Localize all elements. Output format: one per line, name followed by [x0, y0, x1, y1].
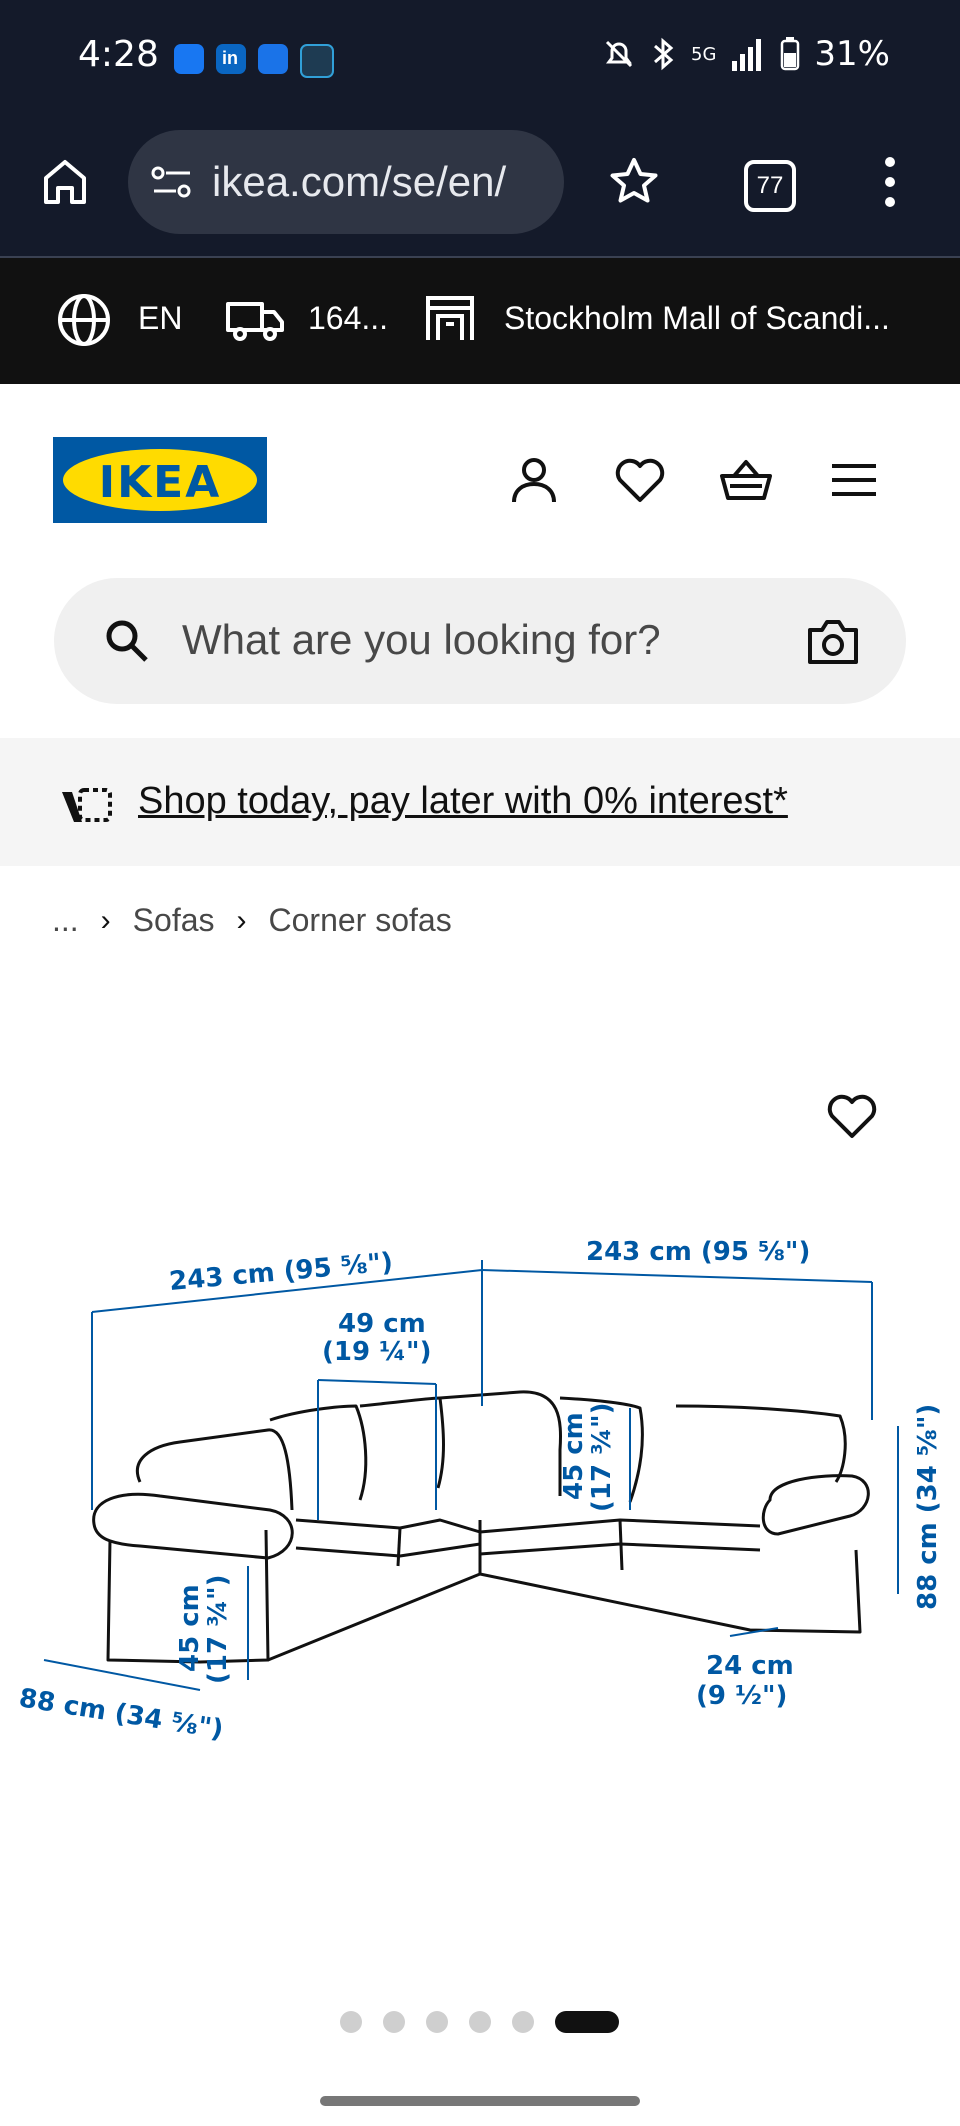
- store-selector[interactable]: Stockholm Mall of Scandi...: [504, 300, 890, 337]
- carousel-dot-1[interactable]: [340, 2011, 362, 2033]
- dim-arm-in: (9 ½"): [696, 1681, 787, 1711]
- search-input[interactable]: What are you looking for?: [182, 616, 661, 664]
- payment-card-icon: [62, 788, 112, 822]
- camera-search-icon[interactable]: [806, 616, 860, 666]
- store-icon: [426, 296, 474, 340]
- dim-back-height-cm: 45 cm: [559, 1412, 589, 1500]
- carousel-dot-4[interactable]: [469, 2011, 491, 2033]
- tab-switcher-button[interactable]: 77: [744, 160, 796, 212]
- favorite-heart-icon[interactable]: [824, 1088, 880, 1144]
- battery-percent: 31%: [814, 34, 890, 74]
- messenger-icon: [174, 44, 204, 74]
- ikea-logo[interactable]: IKEA: [53, 437, 267, 523]
- site-settings-icon[interactable]: [150, 164, 194, 200]
- chevron-right-icon: ›: [236, 903, 247, 937]
- language-selector[interactable]: EN: [138, 300, 182, 337]
- account-icon[interactable]: [506, 452, 562, 508]
- financing-banner: Shop today, pay later with 0% interest*: [0, 738, 960, 866]
- dim-width-left: 243 cm (95 ⅝"): [168, 1248, 394, 1297]
- app-icon: [300, 44, 334, 78]
- cart-icon[interactable]: [718, 452, 774, 508]
- dim-arm-cm: 24 cm: [706, 1651, 794, 1681]
- delivery-truck-icon: [226, 302, 284, 341]
- carousel-dot-3[interactable]: [426, 2011, 448, 2033]
- dim-seat-height-cm: 45 cm: [175, 1584, 205, 1672]
- globe-icon: [58, 294, 110, 346]
- status-bar: 4:28 in 5G 31%: [0, 0, 960, 120]
- wifi-app-icon: [258, 44, 288, 74]
- carousel-dot-2[interactable]: [383, 2011, 405, 2033]
- search-icon[interactable]: [104, 618, 150, 664]
- search-bar[interactable]: What are you looking for?: [54, 578, 906, 704]
- carousel-dot-5[interactable]: [512, 2011, 534, 2033]
- dim-back-height-in: (17 ¾"): [587, 1403, 617, 1512]
- browser-toolbar: ikea.com/se/en/ 77: [0, 120, 960, 258]
- url-text: ikea.com/se/en/: [212, 158, 507, 205]
- home-icon[interactable]: [40, 156, 90, 208]
- dim-seat-width-in: (19 ¼"): [322, 1337, 431, 1367]
- network-type: 5G: [691, 43, 717, 65]
- linkedin-icon: in: [216, 44, 246, 74]
- gesture-home-bar[interactable]: [320, 2096, 640, 2106]
- product-image[interactable]: 243 cm (95 ⅝") 243 cm (95 ⅝") 49 cm (19 …: [0, 1220, 960, 1760]
- mute-icon: [605, 40, 633, 68]
- menu-dots-icon[interactable]: [882, 154, 898, 210]
- carousel-dot-6-active[interactable]: [555, 2011, 619, 2033]
- dim-seat-width-cm: 49 cm: [338, 1309, 426, 1339]
- dimension-lines: [43, 1260, 899, 1691]
- status-time: 4:28: [78, 34, 159, 75]
- breadcrumb: ... › Sofas › Corner sofas: [52, 902, 452, 939]
- hamburger-icon[interactable]: [826, 452, 882, 508]
- dim-width-right: 243 cm (95 ⅝"): [586, 1237, 810, 1267]
- chevron-right-icon: ›: [100, 903, 111, 937]
- status-indicators: 5G 31%: [601, 34, 890, 74]
- dim-depth-right: 88 cm (34 ⅝"): [913, 1404, 943, 1610]
- breadcrumb-ellipsis[interactable]: ...: [52, 902, 79, 939]
- logo-text: IKEA: [98, 457, 222, 508]
- star-icon[interactable]: [608, 156, 660, 208]
- dim-seat-height-in: (17 ¾"): [203, 1575, 233, 1684]
- ikea-top-strip: EN 164... Stockholm Mall of Scandi...: [0, 258, 960, 384]
- delivery-postcode[interactable]: 164...: [308, 300, 388, 337]
- dim-depth-left: 88 cm (34 ⅝"): [17, 1683, 225, 1745]
- battery-icon: [781, 37, 800, 71]
- breadcrumb-item-corner-sofas[interactable]: Corner sofas: [269, 902, 452, 939]
- address-bar[interactable]: ikea.com/se/en/: [128, 130, 564, 234]
- dimension-labels: 243 cm (95 ⅝") 243 cm (95 ⅝") 49 cm (19 …: [17, 1237, 943, 1745]
- breadcrumb-item-sofas[interactable]: Sofas: [133, 902, 215, 939]
- heart-icon[interactable]: [612, 452, 668, 508]
- bluetooth-icon: [654, 37, 674, 71]
- financing-link[interactable]: Shop today, pay later with 0% interest*: [138, 780, 788, 823]
- signal-icon: [732, 39, 762, 71]
